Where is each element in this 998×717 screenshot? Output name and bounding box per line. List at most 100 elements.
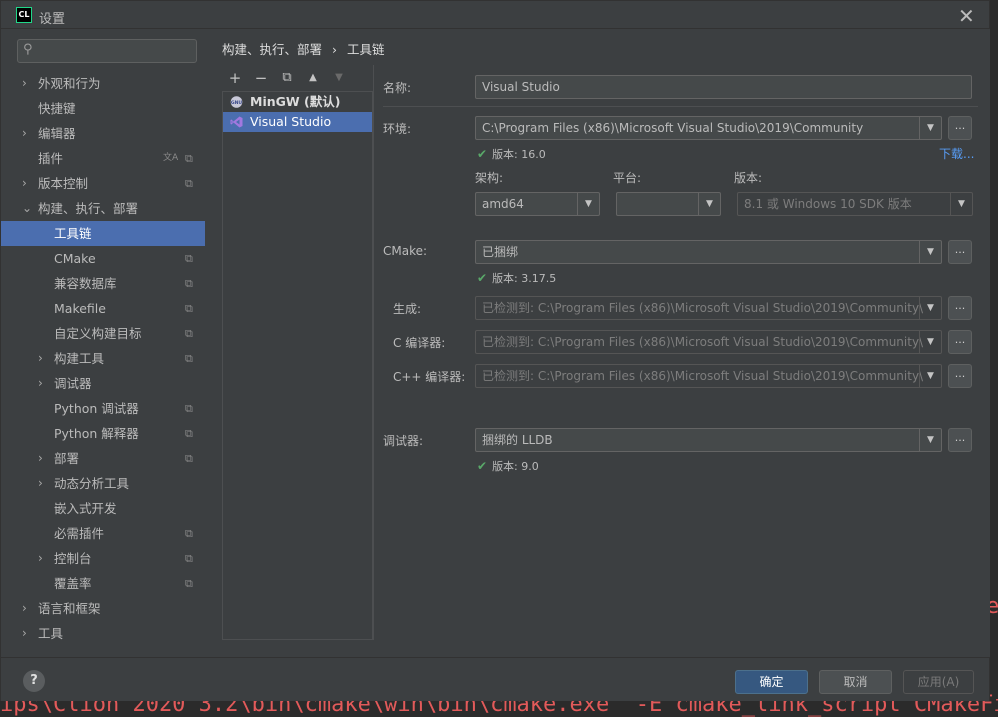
environment-browse-button[interactable]: ... [948,116,972,140]
chevron-right-icon[interactable]: › [22,621,27,646]
cmake-browse-button[interactable]: ... [948,240,972,264]
chevron-right-icon[interactable]: › [22,121,27,146]
sidebar-item[interactable]: › 外观和行为 [1,71,205,96]
sidebar-item[interactable]: 插件 文A ⧉ [1,146,205,171]
architecture-value: amd64 [482,197,524,211]
copy-icon[interactable]: ⧉ [277,68,297,88]
architecture-dropdown[interactable]: amd64 ▼ [475,192,600,216]
sdk-version-dropdown[interactable]: 8.1 或 Windows 10 SDK 版本 ▼ [737,192,973,216]
settings-dialog: CL 设置 ✕ ⚲ › 外观和行为 快捷键 › 编辑器 插件 文A ⧉ › 版本控制 ⧉ ⌄ 构建、执行… [0,0,990,701]
cmake-dropdown[interactable]: 已捆绑 ▼ [475,240,942,264]
help-button[interactable]: ? [23,670,45,692]
list-item[interactable]: Visual Studio [223,112,372,132]
toolchain-toolbar: + − ⧉ ▲ ▼ [222,65,372,91]
sdk-version-label: 版本: [734,171,763,185]
environment-version-text: 版本: 16.0 [492,148,546,161]
environment-value: C:\Program Files (x86)\Microsoft Visual … [482,121,864,135]
sidebar-item[interactable]: 必需插件 ⧉ [1,521,205,546]
sidebar-item[interactable]: › 版本控制 ⧉ [1,171,205,196]
chevron-right-icon[interactable]: › [22,171,27,196]
name-field[interactable]: Visual Studio [475,75,972,99]
sidebar-item[interactable]: › 工具 [1,621,205,646]
sidebar-item[interactable]: › 动态分析工具 [1,471,205,496]
project-settings-icon: ⧉ [185,452,193,465]
cpp-compiler-label: C++ 编译器: [393,370,466,384]
sidebar-item-label: 工具 [38,626,64,641]
chevron-down-icon: ▼ [919,429,941,451]
c-compiler-browse-button[interactable]: ... [948,330,972,354]
close-icon[interactable]: ✕ [958,4,975,28]
check-icon: ✔ [477,147,488,161]
cmake-label: CMake: [383,244,428,258]
chevron-down-icon[interactable]: ⌄ [22,196,32,221]
debugger-version: ✔ 版本: 9.0 [477,458,539,474]
sidebar-item[interactable]: › 部署 ⧉ [1,446,205,471]
toolchain-name: MinGW (默认) [250,94,341,109]
breadcrumb-parent[interactable]: 构建、执行、部署 [222,42,322,57]
sidebar-item-label: CMake [54,251,96,266]
chevron-right-icon[interactable]: › [38,446,43,471]
sidebar-item[interactable]: › 编辑器 [1,121,205,146]
sidebar-item[interactable]: 嵌入式开发 [1,496,205,521]
project-settings-icon: ⧉ [185,427,193,440]
environment-label: 环境: [383,122,412,136]
debugger-value: 捆绑的 LLDB [482,433,553,447]
move-up-icon[interactable]: ▲ [303,68,323,88]
sidebar-item[interactable]: Python 解释器 ⧉ [1,421,205,446]
search-input[interactable]: ⚲ [17,39,197,63]
sidebar-item[interactable]: 覆盖率 ⧉ [1,571,205,596]
sidebar-item[interactable]: Python 调试器 ⧉ [1,396,205,421]
environment-dropdown[interactable]: C:\Program Files (x86)\Microsoft Visual … [475,116,942,140]
sidebar-item-label: 编辑器 [38,126,76,141]
sidebar-item[interactable]: › 控制台 ⧉ [1,546,205,571]
move-down-icon[interactable]: ▼ [329,68,349,88]
sidebar-item[interactable]: › 调试器 [1,371,205,396]
debugger-browse-button[interactable]: ... [948,428,972,452]
cmake-value: 已捆绑 [482,245,519,259]
ok-button[interactable]: 确定 [735,670,808,694]
cancel-button[interactable]: 取消 [819,670,892,694]
project-settings-icon: ⧉ [185,577,193,590]
toolchains-panel: 构建、执行、部署 › 工具链 + − ⧉ ▲ ▼ GNU MinGW (默认) … [206,29,990,657]
sidebar-item[interactable]: Makefile ⧉ [1,296,205,321]
cpp-compiler-browse-button[interactable]: ... [948,364,972,388]
download-link[interactable]: 下载... [939,145,974,162]
make-browse-button[interactable]: ... [948,296,972,320]
sidebar-item-label: 调试器 [54,376,92,391]
chevron-right-icon[interactable]: › [22,71,27,96]
remove-icon[interactable]: − [251,68,271,88]
apply-button[interactable]: 应用(A) [903,670,974,694]
toolchain-form: 名称: Visual Studio 环境: C:\Program Files (… [383,65,983,640]
sidebar-item[interactable]: 兼容数据库 ⧉ [1,271,205,296]
cpp-compiler-dropdown[interactable]: 已检测到: C:\Program Files (x86)\Microsoft V… [475,364,942,388]
clion-logo-icon: CL [16,7,32,23]
sidebar-item[interactable]: CMake ⧉ [1,246,205,271]
sidebar-item-label: 版本控制 [38,176,89,191]
sidebar-item[interactable]: ⌄ 构建、执行、部署 [1,196,205,221]
breadcrumb-separator: › [332,42,337,57]
sidebar-item[interactable]: › 语言和框架 [1,596,205,621]
chevron-right-icon[interactable]: › [38,346,43,371]
list-item[interactable]: GNU MinGW (默认) [223,92,372,112]
sidebar-item[interactable]: 快捷键 [1,96,205,121]
sidebar-item[interactable]: 自定义构建目标 ⧉ [1,321,205,346]
sidebar-item[interactable]: 工具链 [1,221,205,246]
add-icon[interactable]: + [225,68,245,88]
chevron-down-icon: ▼ [919,365,941,387]
project-settings-icon: ⧉ [185,402,193,415]
chevron-right-icon[interactable]: › [22,596,27,621]
divider [373,65,374,640]
sidebar-item[interactable]: › 构建工具 ⧉ [1,346,205,371]
platform-dropdown[interactable]: ▼ [616,192,721,216]
chevron-right-icon[interactable]: › [38,546,43,571]
chevron-right-icon[interactable]: › [38,371,43,396]
sidebar-item-label: 覆盖率 [54,576,92,591]
debugger-dropdown[interactable]: 捆绑的 LLDB ▼ [475,428,942,452]
chevron-down-icon: ▼ [698,193,720,215]
c-compiler-dropdown[interactable]: 已检测到: C:\Program Files (x86)\Microsoft V… [475,330,942,354]
chevron-right-icon[interactable]: › [38,471,43,496]
sidebar-item-label: 部署 [54,451,80,466]
project-settings-icon: ⧉ [185,327,193,340]
make-dropdown[interactable]: 已检测到: C:\Program Files (x86)\Microsoft V… [475,296,942,320]
divider [383,106,978,107]
